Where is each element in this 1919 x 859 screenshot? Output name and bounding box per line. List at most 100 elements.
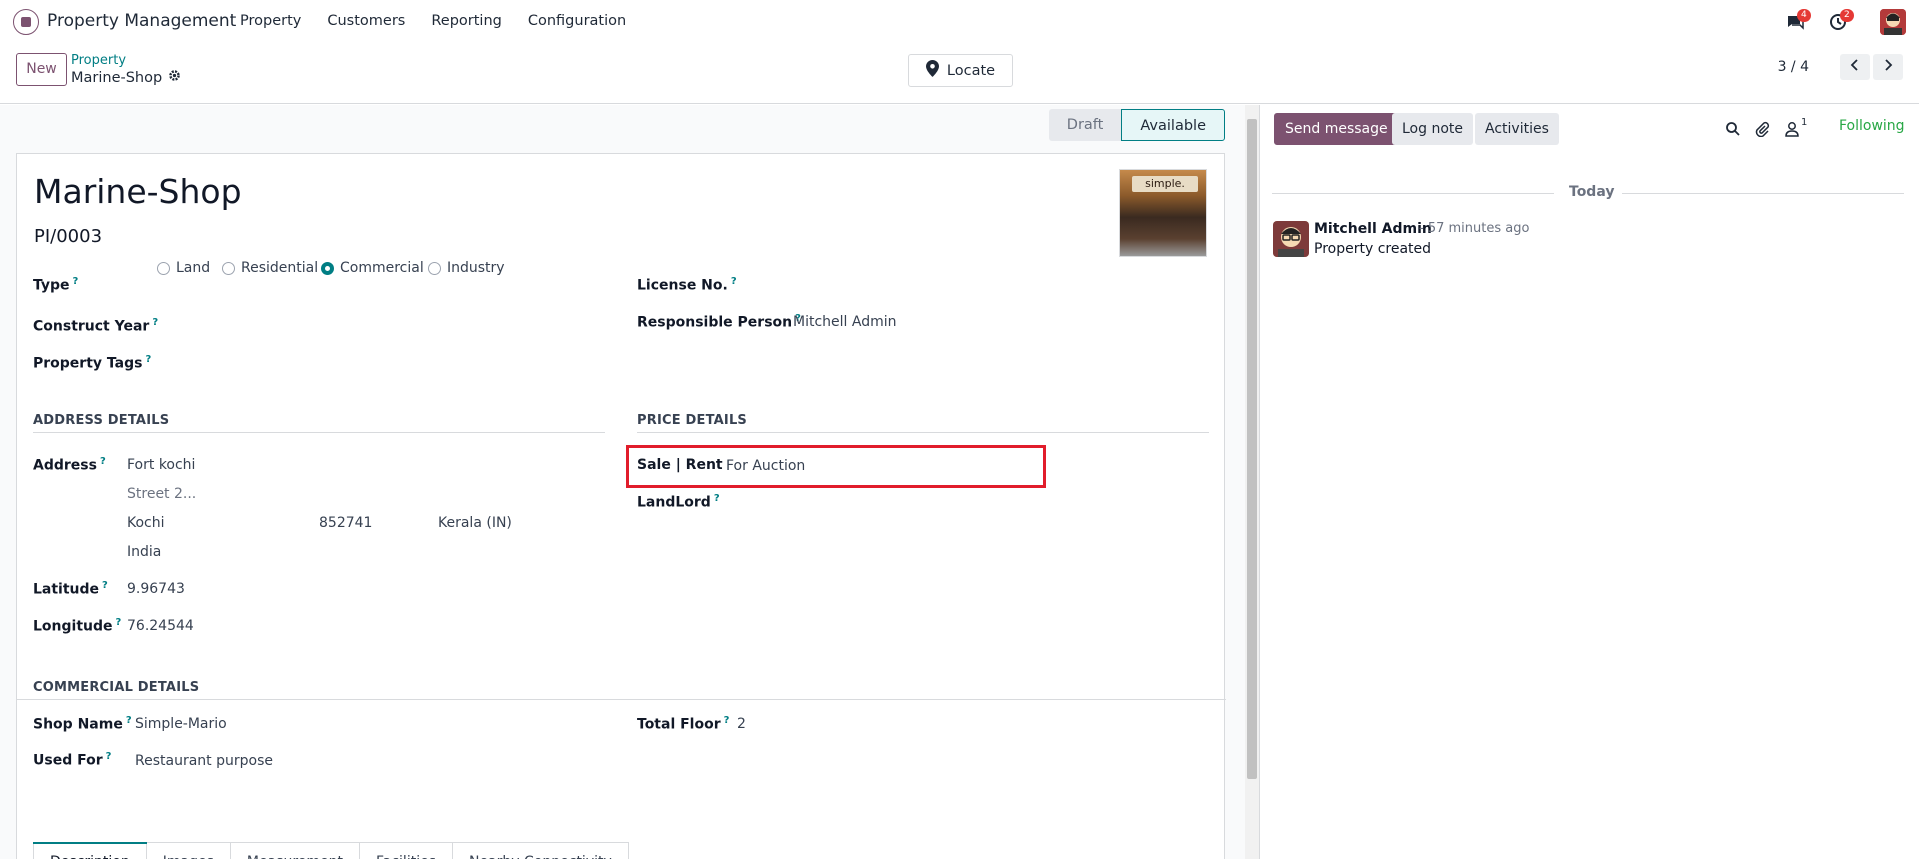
chatter-panel: Send message Log note Activities 1 — [1259, 105, 1919, 859]
following-toggle[interactable]: Following — [1839, 118, 1905, 134]
longitude-label: Longitude? — [33, 617, 122, 635]
paperclip-icon[interactable] — [1754, 121, 1770, 138]
tab-facilities[interactable]: Facilities — [360, 842, 453, 859]
type-option-residential[interactable]: Residential — [222, 260, 318, 276]
address-label: Address? — [33, 456, 106, 474]
log-note-button[interactable]: Log note — [1392, 113, 1473, 145]
construct-year-label: Construct Year? — [33, 317, 159, 335]
send-message-button[interactable]: Send message — [1274, 113, 1399, 145]
latitude-label: Latitude? — [33, 580, 108, 598]
pager-next-button[interactable] — [1873, 54, 1903, 80]
date-separator-line-left — [1272, 193, 1554, 194]
city-field[interactable]: Kochi — [127, 515, 165, 531]
license-label: License No.? — [637, 276, 737, 294]
chevron-left-icon — [1850, 59, 1860, 75]
breadcrumb-current: Marine-Shop — [71, 69, 181, 86]
main-menu: Property Customers Reporting Configurati… — [240, 13, 652, 29]
activities-badge: 2 — [1840, 9, 1854, 22]
record-reference: PI/0003 — [34, 226, 103, 247]
radio-commercial[interactable] — [321, 261, 334, 275]
shop-name-field[interactable]: Simple-Mario — [135, 716, 227, 732]
gear-icon[interactable] — [168, 69, 181, 86]
form-sheet: Marine-Shop PI/0003 simple. Type? Land R… — [16, 153, 1226, 859]
zip-field[interactable]: 852741 — [319, 515, 372, 531]
activities-clock-icon[interactable]: 2 — [1829, 9, 1854, 32]
price-separator — [637, 432, 1209, 433]
state-field[interactable]: Kerala (IN) — [438, 515, 512, 531]
type-option-land[interactable]: Land — [157, 260, 210, 276]
new-button[interactable]: New — [16, 53, 67, 86]
radio-industry[interactable] — [428, 261, 441, 275]
pager-previous-button[interactable] — [1840, 54, 1870, 80]
tab-images[interactable]: Images — [146, 842, 231, 859]
property-image[interactable]: simple. — [1119, 169, 1207, 257]
scrollbar-thumb[interactable] — [1247, 119, 1257, 779]
tab-description[interactable]: Description — [33, 842, 147, 859]
search-icon[interactable] — [1725, 121, 1741, 137]
menu-reporting[interactable]: Reporting — [431, 13, 502, 29]
shop-name-label: Shop Name? — [33, 715, 132, 733]
user-avatar[interactable] — [1880, 9, 1906, 35]
message-author[interactable]: Mitchell Admin — [1314, 221, 1432, 237]
used-for-label: Used For? — [33, 751, 112, 769]
menu-configuration[interactable]: Configuration — [528, 13, 626, 29]
street-field[interactable]: Fort kochi — [127, 457, 195, 473]
breadcrumb-current-label: Marine-Shop — [71, 69, 163, 86]
followers-count: 1 — [1801, 117, 1808, 128]
messages-badge: 4 — [1797, 9, 1811, 22]
menu-property[interactable]: Property — [240, 13, 301, 29]
price-section-title: PRICE DETAILS — [637, 413, 747, 428]
breadcrumb-parent[interactable]: Property — [71, 53, 126, 68]
commercial-separator — [17, 699, 1226, 700]
chevron-right-icon — [1883, 59, 1893, 75]
property-image-sign: simple. — [1132, 176, 1198, 192]
type-option-commercial[interactable]: Commercial — [321, 260, 424, 276]
activities-button[interactable]: Activities — [1475, 113, 1559, 145]
date-separator-label: Today — [1569, 184, 1615, 200]
responsible-label: Responsible Person? — [637, 313, 801, 331]
date-separator-line-right — [1622, 193, 1904, 194]
app-logo-icon[interactable] — [13, 9, 39, 35]
locate-label: Locate — [946, 62, 996, 79]
address-section-title: ADDRESS DETAILS — [33, 413, 170, 428]
top-navbar: Property Management Property Customers R… — [0, 0, 1919, 44]
record-title[interactable]: Marine-Shop — [34, 172, 242, 211]
status-draft[interactable]: Draft — [1048, 109, 1122, 141]
responsible-field[interactable]: Mitchell Admin — [793, 314, 897, 330]
tab-measurement[interactable]: Measurement — [230, 842, 360, 859]
radio-residential[interactable] — [222, 261, 235, 275]
menu-customers[interactable]: Customers — [327, 13, 405, 29]
status-available[interactable]: Available — [1121, 109, 1225, 141]
latitude-field[interactable]: 9.96743 — [127, 581, 185, 597]
used-for-field[interactable]: Restaurant purpose — [135, 753, 273, 769]
commercial-section-title: COMMERCIAL DETAILS — [33, 680, 200, 695]
total-floor-field[interactable]: 2 — [737, 716, 746, 732]
type-option-industry[interactable]: Industry — [428, 260, 505, 276]
form-scrollbar[interactable] — [1245, 105, 1259, 859]
total-floor-label: Total Floor? — [637, 715, 730, 733]
status-bar: Draft Available — [1048, 109, 1225, 141]
landlord-label: LandLord? — [637, 493, 720, 511]
pager-value[interactable]: 3 / 4 — [1778, 59, 1809, 75]
property-tags-label: Property Tags? — [33, 354, 152, 372]
map-marker-icon — [925, 60, 939, 81]
message-body: Property created — [1314, 241, 1432, 257]
notebook-tabs: Description Images Measurement Facilitie… — [33, 842, 629, 859]
followers-icon[interactable] — [1785, 121, 1801, 137]
street2-field[interactable]: Street 2... — [127, 486, 196, 502]
country-field[interactable]: India — [127, 544, 161, 560]
address-separator — [33, 432, 605, 433]
message-time: - 57 minutes ago — [1419, 221, 1530, 236]
longitude-field[interactable]: 76.24544 — [127, 618, 194, 634]
app-name[interactable]: Property Management — [47, 11, 236, 31]
messages-icon[interactable]: 4 — [1786, 9, 1811, 32]
tab-nearby-connectivity[interactable]: Nearby Connectivity — [453, 842, 629, 859]
date-separator: Today — [1272, 183, 1904, 203]
highlight-box — [626, 445, 1046, 488]
radio-land[interactable] — [157, 261, 170, 275]
message-author-avatar[interactable] — [1273, 221, 1309, 257]
type-label: Type? — [33, 276, 79, 294]
control-panel: New Property Marine-Shop Locate 3 / 4 — [0, 44, 1919, 104]
locate-button[interactable]: Locate — [908, 54, 1013, 87]
form-view: Draft Available Marine-Shop PI/0003 simp… — [0, 105, 1245, 859]
